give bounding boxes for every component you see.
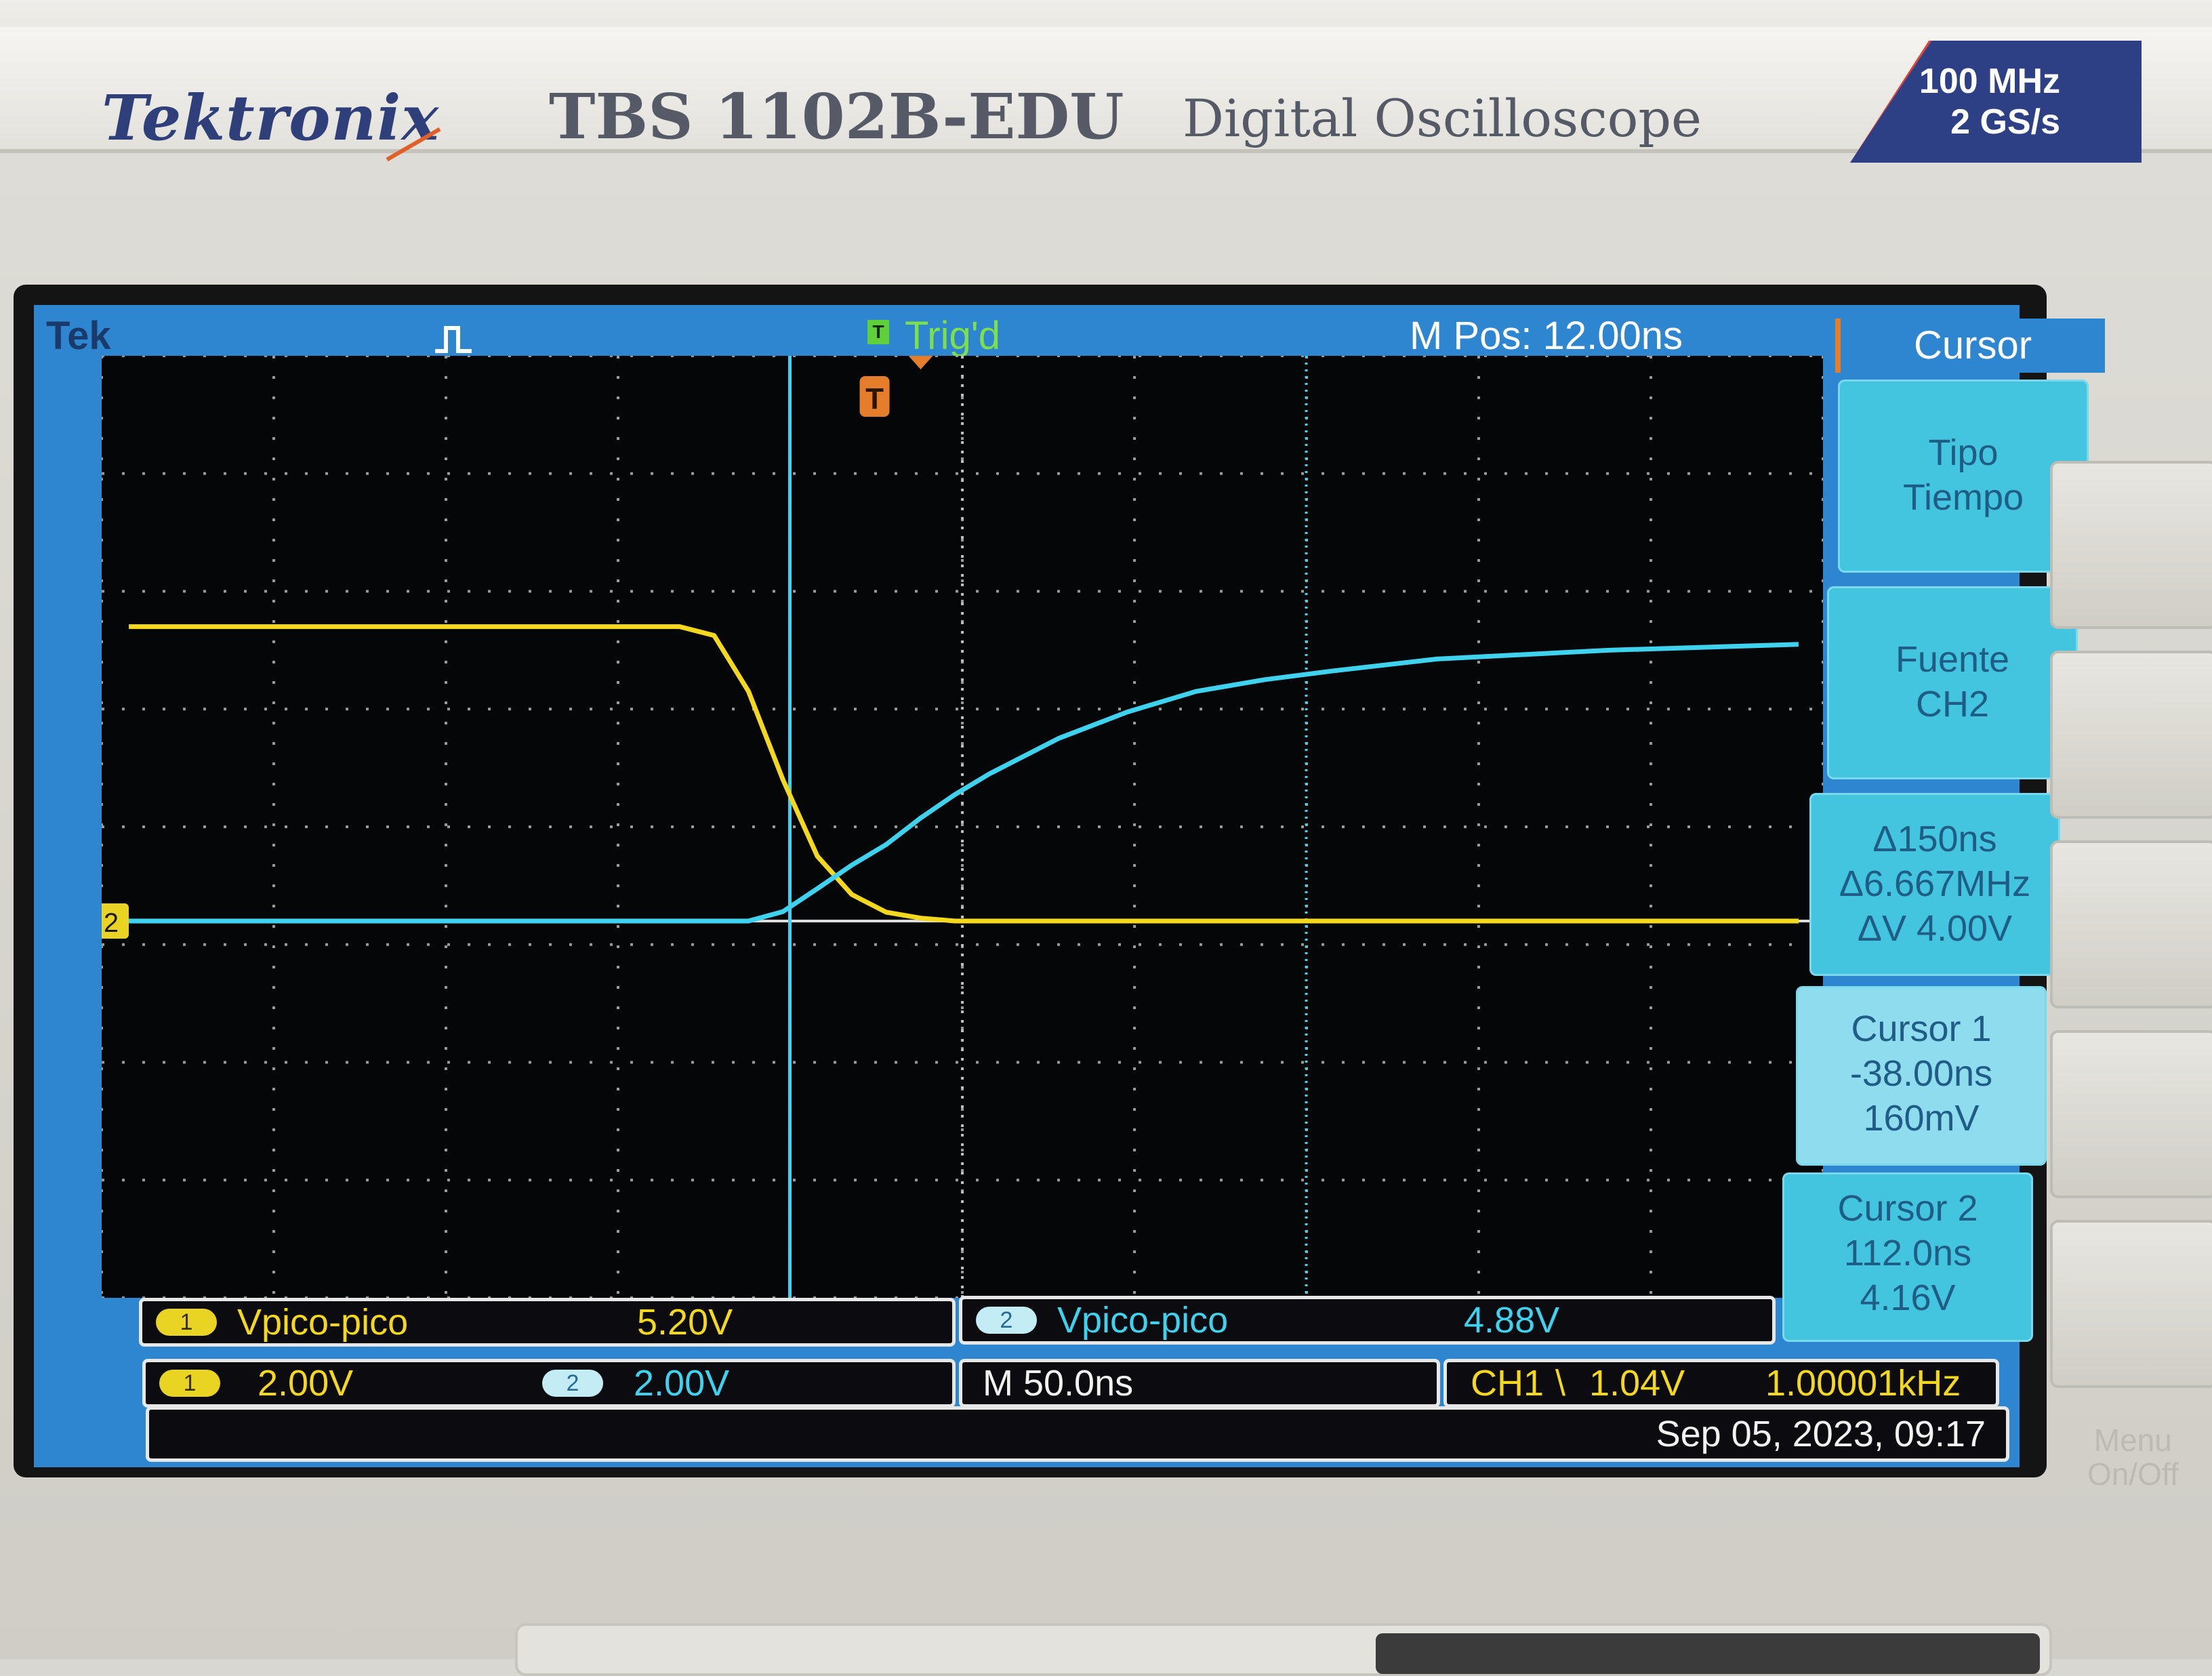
trigger-source: CH1 [1471, 1363, 1544, 1404]
cursor-source-value: CH2 [1915, 684, 1990, 724]
pulse-icon [435, 326, 472, 353]
ch2-measure-label: Vpico-pico [1057, 1300, 1229, 1341]
channel-scales: 1 2.00V 2 2.00V [142, 1359, 956, 1408]
delta-frequency: Δ6.667MHz [1839, 863, 2031, 904]
cursor1-voltage: 160mV [1863, 1098, 1980, 1139]
cursor1-label: Cursor 1 [1851, 1008, 1992, 1049]
cursor2-time: 112.0ns [1843, 1233, 1972, 1273]
side-button-3[interactable] [2050, 840, 2212, 1008]
sample-rate-label: 2 GS/s [1950, 102, 2060, 142]
trigger-marker-label: T [865, 382, 884, 415]
model-description: Digital Oscilloscope [1183, 88, 1702, 148]
timebase-box: M 50.0ns [959, 1359, 1440, 1408]
waveform-svg: T2 [102, 356, 1823, 1298]
model-name: TBS 1102B-EDU [549, 80, 1124, 153]
trigger-box: CH1 \ 1.04V 1.00001kHz [1443, 1359, 1999, 1408]
trigger-status-icon: T [867, 320, 889, 344]
front-panel-label-strip [1376, 1633, 2040, 1674]
ch2-measure-value: 4.88V [1464, 1300, 1560, 1341]
menu-onoff-button[interactable]: Menu On/Off [2087, 1423, 2179, 1491]
ch2-scale: 2.00V [634, 1363, 730, 1404]
date-bar: Sep 05, 2023, 09:17 [146, 1406, 2009, 1462]
bandwidth-label: 100 MHz [1919, 62, 2060, 101]
delta-voltage: ΔV 4.00V [1857, 908, 2013, 949]
trigger-position-marker [908, 356, 933, 369]
cursor2-label: Cursor 2 [1837, 1188, 1978, 1229]
ch2-scale-chip: 2 [542, 1370, 603, 1397]
cursor1-button[interactable]: Cursor 1 -38.00ns 160mV [1796, 986, 2047, 1166]
ch1-scale-chip: 1 [159, 1370, 220, 1397]
brand-logo: Tektronix [102, 81, 440, 155]
tek-label: Tek [46, 314, 111, 358]
graticule [102, 356, 1823, 1298]
menu-onoff-label-1: Menu [2093, 1423, 2172, 1458]
ch2-level-marker-label: 2 [104, 908, 119, 938]
ch1-scale: 2.00V [258, 1363, 354, 1404]
ch1-measurement: 1 Vpico-pico 5.20V [139, 1298, 956, 1347]
ch1-chip: 1 [156, 1309, 217, 1336]
cursor-delta-readout: Δ150ns Δ6.667MHz ΔV 4.00V [1809, 793, 2060, 976]
ch2-chip: 2 [976, 1307, 1037, 1334]
cursor-source-button[interactable]: Fuente CH2 [1827, 586, 2078, 779]
menu-onoff-label-2: On/Off [2087, 1456, 2179, 1492]
cursor-source-label: Fuente [1895, 639, 2010, 680]
cursor-lines [787, 356, 1308, 1298]
ch1-measure-value: 5.20V [637, 1302, 733, 1343]
cursor2-button[interactable]: Cursor 2 112.0ns 4.16V [1782, 1172, 2033, 1342]
date-time: Sep 05, 2023, 09:17 [1656, 1414, 1986, 1454]
side-button-1[interactable] [2050, 461, 2212, 629]
cursor2-voltage: 4.16V [1860, 1278, 1956, 1318]
waveform-plot: T2 [102, 356, 1823, 1298]
oscilloscope-body: Tektronix TBS 1102B-EDU Digital Oscillos… [0, 0, 2212, 1676]
trigger-status: Trig'd [905, 314, 1001, 358]
side-button-2[interactable] [2050, 651, 2212, 819]
menu-title: Cursor [1835, 319, 2105, 373]
side-button-5[interactable] [2050, 1220, 2212, 1388]
trigger-level: 1.04V [1589, 1363, 1685, 1404]
side-button-4[interactable] [2050, 1030, 2212, 1198]
ch2-measurement: 2 Vpico-pico 4.88V [959, 1296, 1776, 1345]
horizontal-position: M Pos: 12.00ns [1410, 314, 1683, 358]
ch1-measure-label: Vpico-pico [237, 1302, 409, 1343]
trigger-frequency: 1.00001kHz [1765, 1363, 1961, 1404]
plot-markers: T2 [102, 356, 933, 939]
timebase: M 50.0ns [983, 1363, 1134, 1404]
cursor1-time: -38.00ns [1849, 1053, 1993, 1094]
trigger-slope-icon: \ [1555, 1363, 1566, 1404]
delta-time: Δ150ns [1872, 819, 1997, 859]
